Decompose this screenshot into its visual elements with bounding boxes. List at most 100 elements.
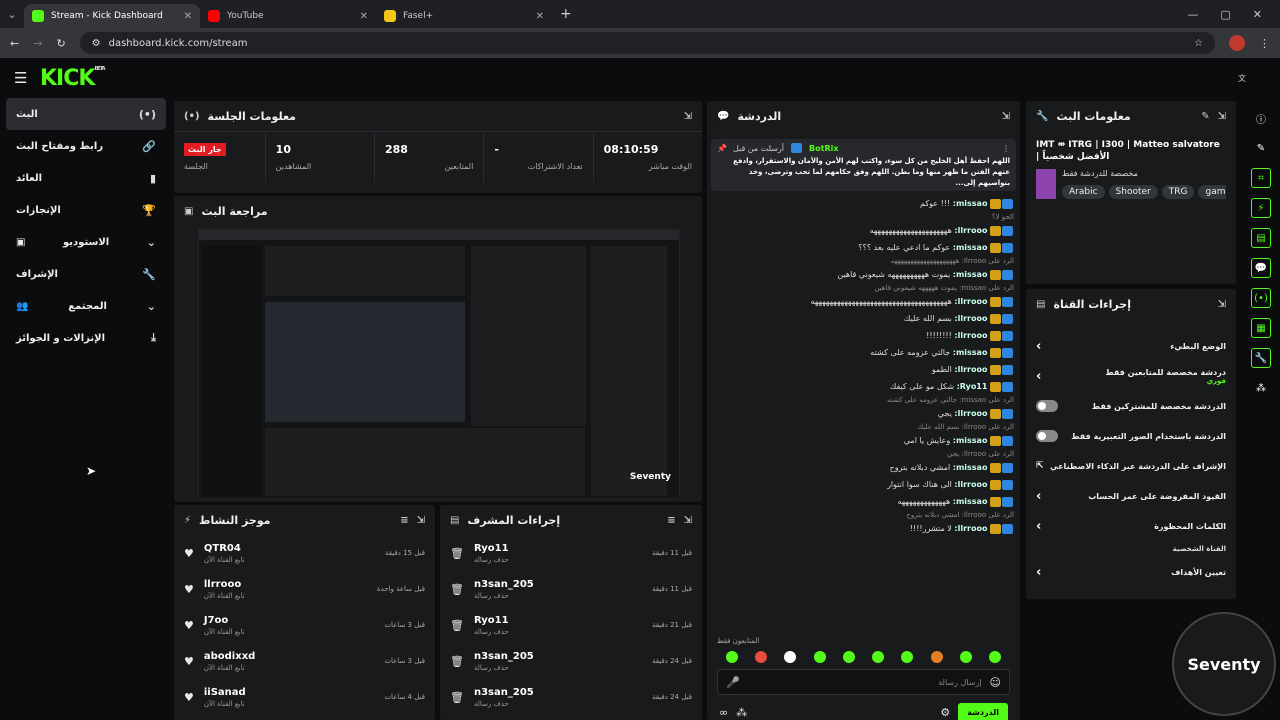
tab-search-icon[interactable]: ⌄ (0, 8, 24, 21)
infinity-icon[interactable]: ∞ (719, 706, 728, 719)
browser-tab-kick[interactable]: Stream - Kick Dashboard ✕ (24, 4, 200, 28)
address-bar[interactable]: ⚙ dashboard.kick.com/stream ☆ (79, 32, 1215, 54)
edit-icon[interactable]: ✎ (1251, 138, 1271, 158)
trash-icon: 🗑 (450, 690, 464, 704)
sidebar-item-drops[interactable]: ⤓ الإنزالات و الجوائز (6, 322, 166, 354)
layout-icon[interactable]: ▦ (1251, 318, 1271, 338)
chat-username[interactable]: llrrooo: (954, 409, 987, 418)
popout-icon[interactable]: ⇲ (417, 515, 425, 526)
emote-icon[interactable] (842, 651, 855, 663)
emote-icon[interactable] (813, 651, 826, 663)
close-tab-icon[interactable]: ✕ (360, 11, 368, 22)
forward-icon[interactable]: → (33, 37, 42, 50)
hamburger-menu-icon[interactable]: ☰ (14, 69, 27, 87)
new-tab-icon[interactable]: + (560, 6, 572, 22)
reload-icon[interactable]: ↻ (56, 37, 65, 50)
back-icon[interactable]: ← (10, 37, 19, 50)
broadcast-icon[interactable]: (•) (1251, 288, 1271, 308)
chat-icon[interactable]: 💬 (1251, 258, 1271, 278)
emote-icon[interactable] (901, 651, 914, 663)
chat-username[interactable]: llrrooo: (954, 365, 987, 374)
sidebar-item-community[interactable]: ⌄ المجتمع 👥 (6, 290, 166, 322)
browser-tab-fasel[interactable]: Fasel+ ✕ (376, 4, 552, 28)
chat-username[interactable]: missao: (953, 436, 988, 445)
emote-icon[interactable] (725, 651, 738, 663)
chat-username[interactable]: missao: (953, 243, 988, 252)
subscribers-only-toggle[interactable]: الدردشة مخصصة للمشتركين فقط (1026, 391, 1236, 421)
banned-words-control[interactable]: الكلمات المحظورة › (1026, 511, 1236, 541)
lightning-icon[interactable]: ⚡ (1251, 198, 1271, 218)
popout-icon[interactable]: ⇲ (684, 515, 692, 526)
kick-logo[interactable]: KICKBETA (40, 66, 106, 91)
chat-username[interactable]: llrrooo: (954, 331, 987, 340)
more-apps-icon[interactable]: ⁂ (1251, 378, 1271, 398)
edit-pencil-icon[interactable]: ✎ (1201, 111, 1209, 122)
maximize-icon[interactable]: ▢ (1220, 8, 1230, 21)
site-info-icon[interactable]: ⚙ (92, 38, 101, 49)
microphone-icon[interactable]: 🎤 (726, 676, 740, 689)
chat-username[interactable]: missao: (953, 497, 988, 506)
account-age-control[interactable]: القيود المفروضة على عمر الحساب › (1026, 481, 1236, 511)
minimize-icon[interactable]: — (1187, 8, 1198, 21)
emotes-only-toggle[interactable]: الدردشة باستخدام الصور التعبيرية فقط (1026, 421, 1236, 451)
sidebar-item-studio[interactable]: ⌄ الاستوديو ▣ (6, 226, 166, 258)
emoji-icon[interactable]: ☺ (990, 676, 1001, 689)
close-tab-icon[interactable]: ✕ (536, 11, 544, 22)
emote-icon[interactable] (872, 651, 885, 663)
set-goals-control[interactable]: تعيين الأهداف › (1026, 557, 1236, 587)
slow-mode-control[interactable]: الوضع البطيء › (1026, 331, 1236, 361)
chat-username[interactable]: llrrooo: (954, 297, 987, 306)
chat-username[interactable]: llrrooo: (954, 314, 987, 323)
chat-username[interactable]: Ryo11: (957, 382, 988, 391)
browser-tab-youtube[interactable]: YouTube ✕ (200, 4, 376, 28)
filter-icon[interactable]: ≡ (400, 515, 408, 526)
ai-moderation-control[interactable]: الإشراف على الدردشة عبر الذكاء الاصطناعي… (1026, 451, 1236, 481)
crown-badge-icon (990, 225, 1001, 236)
send-chat-button[interactable]: الدردشة (958, 703, 1008, 720)
wrench-icon[interactable]: 🔧 (1251, 348, 1271, 368)
sidebar-item-revenue[interactable]: ▮ العائد (6, 162, 166, 194)
popout-icon[interactable]: ⇲ (684, 111, 692, 122)
chat-username[interactable]: llrrooo: (954, 480, 987, 489)
emote-icon[interactable] (930, 651, 943, 663)
emote-icon[interactable] (989, 651, 1002, 663)
browser-menu-icon[interactable]: ⋮ (1259, 37, 1270, 50)
users-icon[interactable]: ⁂ (736, 706, 747, 719)
emote-icon[interactable] (784, 651, 797, 663)
stream-preview-video[interactable]: Seventy (198, 229, 680, 499)
chat-input[interactable]: ☺ إرسال رسالة 🎤 (717, 669, 1010, 695)
sidebar-item-moderation[interactable]: 🔧 الإشراف (6, 258, 166, 290)
chat-username[interactable]: missao: (953, 270, 988, 279)
toggle-switch[interactable] (1036, 400, 1058, 412)
sidebar-item-achievements[interactable]: 🏆 الإنجازات (6, 194, 166, 226)
emote-icon[interactable] (960, 651, 973, 663)
chat-username[interactable]: missao: (953, 463, 988, 472)
sidebar-item-stream[interactable]: (•) البث (6, 98, 166, 130)
popout-icon[interactable]: ⇲ (1002, 111, 1010, 122)
more-options-icon[interactable]: ⋮ (1002, 144, 1010, 153)
language-icon[interactable]: 文 (1238, 73, 1246, 84)
popout-icon[interactable]: ⇲ (1218, 299, 1226, 310)
profile-avatar[interactable] (1229, 35, 1245, 51)
chat-username[interactable]: missao: (953, 348, 988, 357)
popout-icon[interactable]: ⇲ (1218, 111, 1226, 122)
chat-username[interactable]: missao: (953, 199, 988, 208)
chat-username[interactable]: llrrooo: (954, 524, 987, 533)
toggle-switch[interactable] (1036, 430, 1058, 442)
window-close-icon[interactable]: ✕ (1253, 8, 1262, 21)
filter-icon[interactable]: ≡ (667, 515, 675, 526)
followers-only-control[interactable]: دردشة مخصصة للمتابعين فقط فوري › (1026, 361, 1236, 391)
chat-username[interactable]: llrrooo: (954, 226, 987, 235)
settings-gear-icon[interactable]: ⚙ (940, 706, 950, 719)
mod-badge-icon (1002, 313, 1013, 324)
close-tab-icon[interactable]: ✕ (184, 11, 192, 22)
info-icon[interactable]: ⓘ (1251, 108, 1271, 128)
live-badge: جار البث (184, 143, 226, 156)
bookmark-star-icon[interactable]: ☆ (1194, 38, 1203, 49)
emote-icon[interactable] (754, 651, 767, 663)
sidebar-item-stream-key[interactable]: 🔗 رابط ومفتاح البث (6, 130, 166, 162)
mod-badge-icon (1002, 225, 1013, 236)
pinned-message[interactable]: 📌 أرسلت من قبل BotRix ⋮ اللهم احفظ أهل الخل… (711, 139, 1016, 191)
notes-icon[interactable]: ▤ (1251, 228, 1271, 248)
screenshot-icon[interactable]: ⌗ (1251, 168, 1271, 188)
